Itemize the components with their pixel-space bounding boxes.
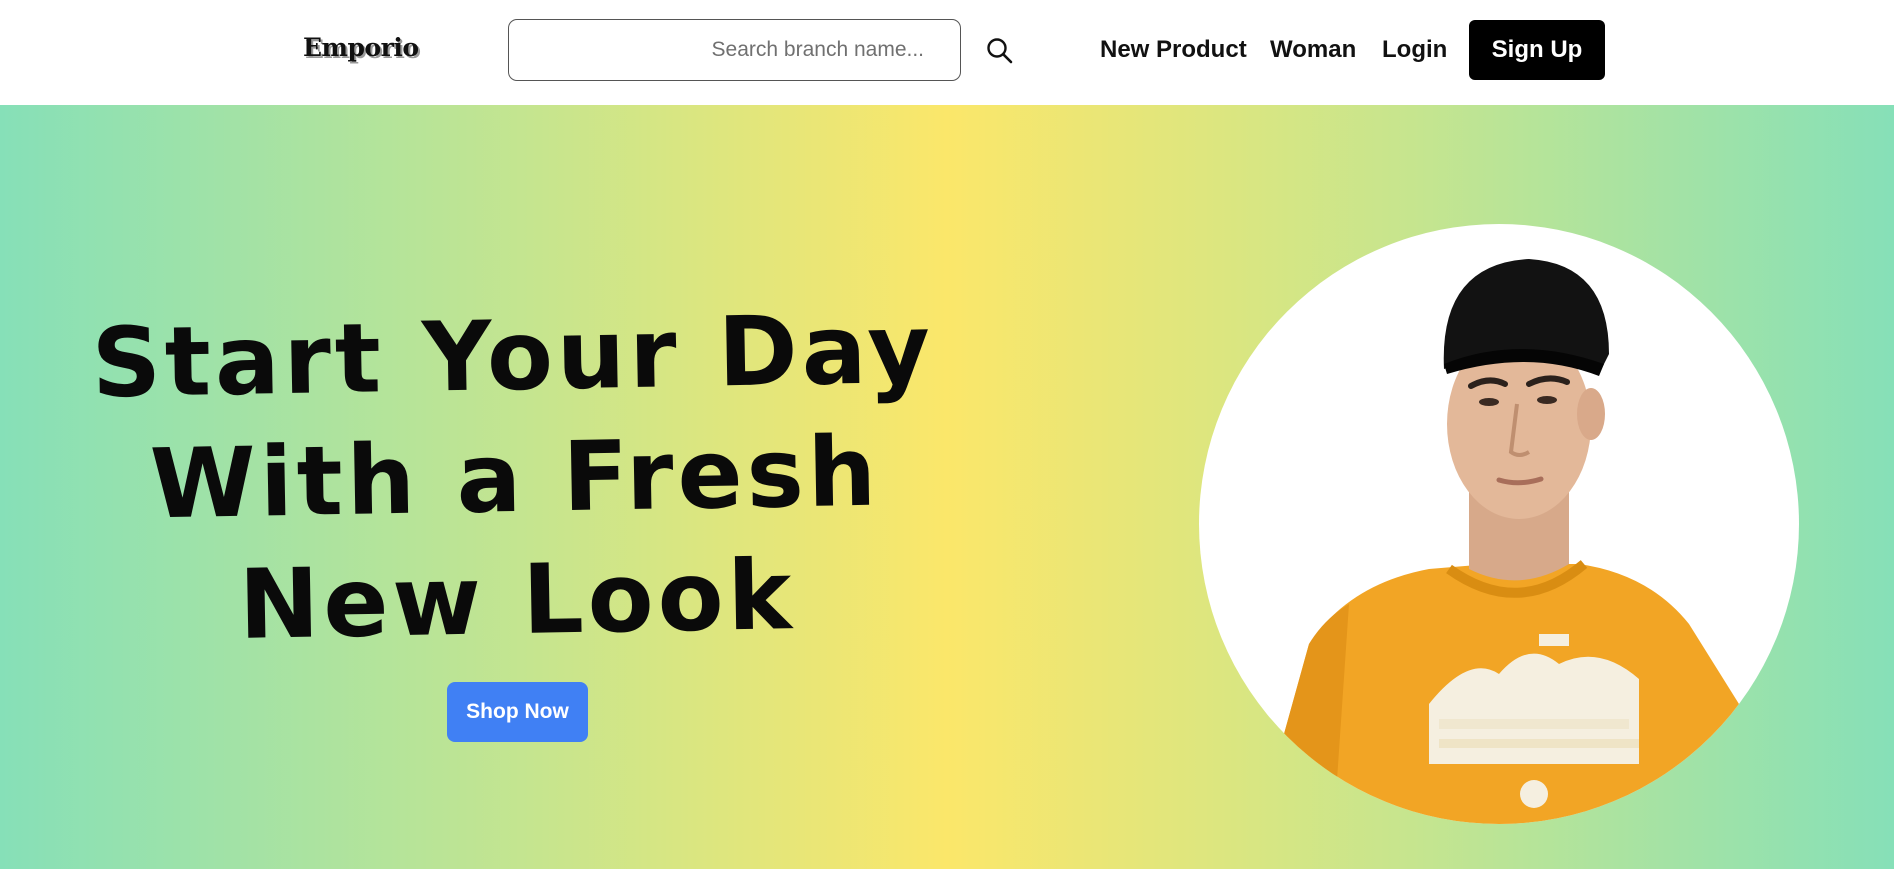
sign-up-button[interactable]: Sign Up (1469, 20, 1605, 80)
headline-line-3: New Look (237, 539, 797, 661)
search-icon[interactable] (985, 36, 1015, 66)
nav-login[interactable]: Login (1382, 36, 1447, 64)
nav-woman[interactable]: Woman (1270, 36, 1356, 64)
top-navbar: Emporio New Product Woman Login Sign Up (0, 0, 1894, 105)
nav-new-product[interactable]: New Product (1100, 36, 1247, 64)
hero-headline: Start Your Day With a Fresh New Look (37, 287, 993, 670)
search-input[interactable] (509, 20, 960, 80)
hero-banner: Start Your Day With a Fresh New Look Sho… (0, 105, 1894, 869)
headline-line-1: Start Your Day (90, 292, 935, 420)
brand-logo[interactable]: Emporio (303, 33, 419, 62)
headline-line-2: With a Fresh (149, 415, 881, 541)
search-box (508, 19, 961, 81)
hero-model-image (1199, 224, 1799, 824)
shop-now-button[interactable]: Shop Now (447, 682, 588, 742)
